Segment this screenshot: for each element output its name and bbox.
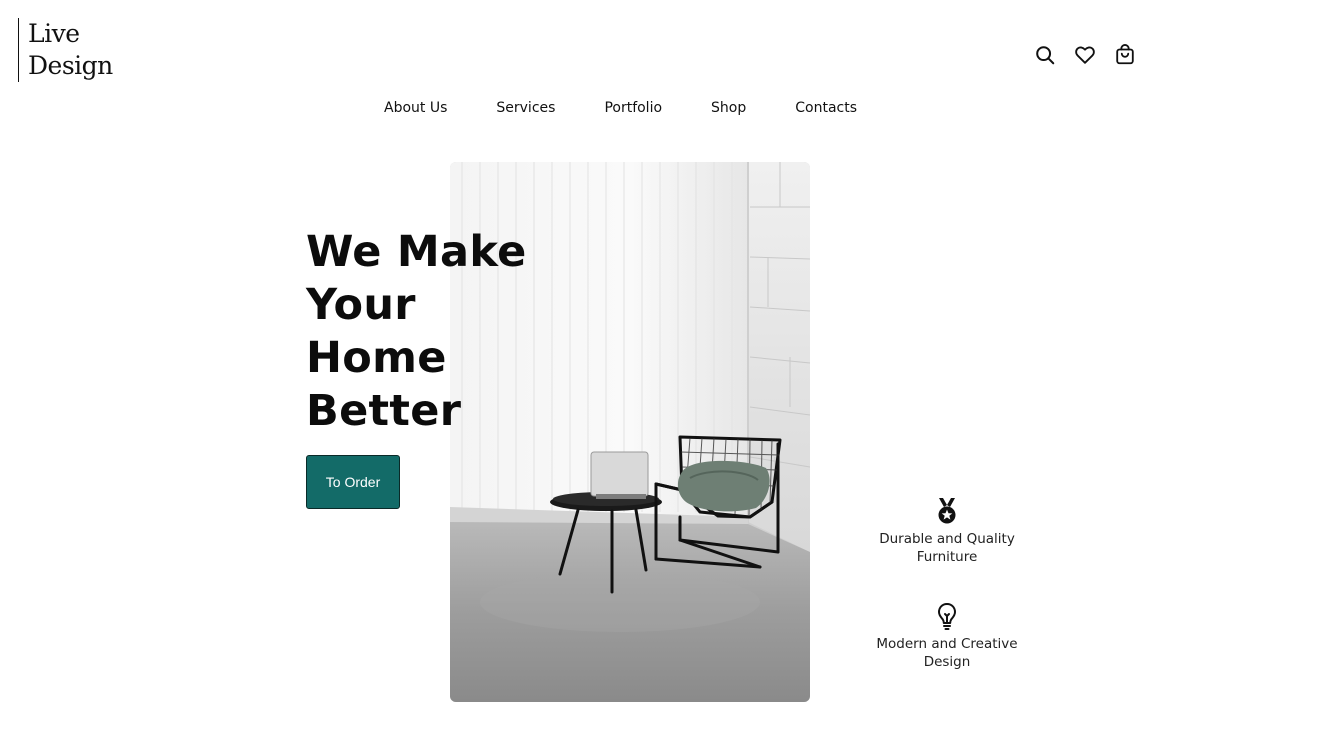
feature-label: Modern and Creative Design	[862, 635, 1032, 671]
nav-item-contacts[interactable]: Contacts	[795, 98, 857, 118]
hero-title-line-3: Home	[306, 333, 447, 383]
hero-title: We Make Your Home Better	[306, 226, 527, 438]
nav-item-services[interactable]: Services	[496, 98, 555, 118]
hero-title-line-4: Better	[306, 386, 462, 436]
to-order-button[interactable]: To Order	[306, 455, 400, 509]
feature-durable-quality: Durable and Quality Furniture	[862, 496, 1032, 566]
hero-title-line-2: Your	[306, 280, 416, 330]
shopping-bag-icon[interactable]	[1114, 44, 1136, 66]
feature-label: Durable and Quality Furniture	[862, 530, 1032, 566]
header-actions	[1034, 44, 1136, 66]
feature-label-line-2: Furniture	[916, 549, 978, 565]
nav-item-shop[interactable]: Shop	[711, 98, 746, 118]
brand-logo-line-1: Live	[28, 19, 80, 48]
feature-label-line-1: Modern and Creative	[876, 636, 1018, 652]
feature-label-line-1: Durable and Quality	[879, 531, 1015, 547]
lightbulb-icon	[932, 601, 962, 631]
nav-item-portfolio[interactable]: Portfolio	[604, 98, 662, 118]
feature-modern-creative: Modern and Creative Design	[862, 601, 1032, 671]
search-icon[interactable]	[1034, 44, 1056, 66]
medal-icon	[932, 496, 962, 526]
brand-logo[interactable]: Live Design	[18, 18, 113, 82]
hero-title-line-1: We Make	[306, 227, 527, 277]
main-nav: About Us Services Portfolio Shop Contact…	[384, 98, 857, 118]
feature-label-line-2: Design	[923, 654, 971, 670]
brand-logo-line-2: Design	[28, 51, 113, 80]
nav-item-about-us[interactable]: About Us	[384, 98, 447, 118]
heart-icon[interactable]	[1074, 44, 1096, 66]
